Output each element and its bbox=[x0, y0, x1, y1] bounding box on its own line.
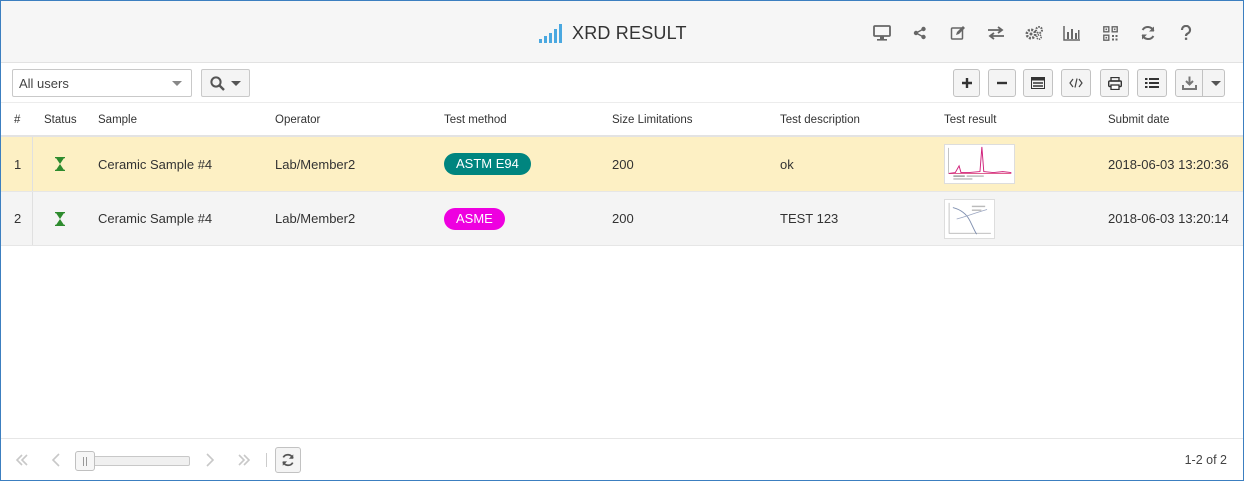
print-icon bbox=[1107, 76, 1122, 90]
header-bar: XRD RESULT bbox=[1, 1, 1243, 63]
test-method-badge: ASTM E94 bbox=[444, 153, 531, 175]
column-header[interactable]: Submit date bbox=[1108, 103, 1169, 137]
download-split-divider bbox=[1202, 70, 1203, 96]
column-header[interactable]: Size Limitations bbox=[612, 103, 693, 137]
next-page-icon[interactable] bbox=[198, 448, 222, 472]
test-method-cell: ASME bbox=[444, 192, 505, 245]
gears-icon[interactable] bbox=[1015, 21, 1053, 45]
code-icon bbox=[1069, 78, 1083, 88]
test-result-cell[interactable] bbox=[944, 137, 1015, 191]
column-header[interactable]: Test result bbox=[944, 103, 996, 137]
app-window: XRD RESULT All users # Status Sample Ope… bbox=[0, 0, 1244, 481]
table-row[interactable]: 2 Ceramic Sample #4 Lab/Member2 ASME 200… bbox=[1, 192, 1243, 246]
chevron-down-icon bbox=[231, 80, 241, 86]
page-slider-handle[interactable] bbox=[75, 451, 95, 471]
download-icon bbox=[1182, 76, 1197, 90]
table-row[interactable]: 1 Ceramic Sample #4 Lab/Member2 ASTM E94… bbox=[1, 137, 1243, 192]
add-button[interactable] bbox=[953, 69, 980, 97]
description-cell: ok bbox=[780, 156, 794, 172]
size-cell: 200 bbox=[612, 211, 634, 226]
curve-plot-thumbnail[interactable] bbox=[944, 198, 995, 239]
toolbar: All users bbox=[1, 63, 1243, 103]
table-header: # Status Sample Operator Test method Siz… bbox=[1, 103, 1243, 137]
columns-icon bbox=[1031, 77, 1045, 89]
list-icon bbox=[1145, 78, 1159, 88]
page-slider-track[interactable] bbox=[79, 456, 190, 466]
operator-cell: Lab/Member2 bbox=[275, 211, 356, 226]
last-page-icon[interactable] bbox=[232, 448, 256, 472]
remove-icon bbox=[997, 81, 1007, 85]
pager-separator bbox=[266, 453, 267, 467]
column-header[interactable]: Test method bbox=[444, 103, 507, 137]
sample-cell: Ceramic Sample #4 bbox=[98, 156, 213, 172]
columns-button[interactable] bbox=[1023, 69, 1053, 97]
submit-date-cell: 2018-06-03 13:20:14 bbox=[1108, 211, 1229, 226]
qr-code-icon[interactable] bbox=[1091, 21, 1129, 45]
column-header[interactable]: Test description bbox=[780, 103, 860, 137]
user-filter-value: All users bbox=[19, 75, 69, 91]
edit-icon[interactable] bbox=[939, 21, 977, 45]
user-filter-select[interactable]: All users bbox=[12, 69, 192, 97]
pager-refresh-button[interactable] bbox=[275, 447, 301, 473]
code-button[interactable] bbox=[1061, 69, 1091, 97]
operator-cell: Lab/Member2 bbox=[275, 156, 356, 172]
add-icon bbox=[961, 78, 972, 88]
chevron-down-icon bbox=[172, 81, 182, 86]
bar-chart-icon[interactable] bbox=[1053, 21, 1091, 45]
signal-bars-icon bbox=[539, 23, 564, 43]
row-number: 2 bbox=[14, 211, 22, 226]
page-title: XRD RESULT bbox=[572, 22, 687, 43]
refresh-icon bbox=[282, 453, 294, 467]
page-info: 1-2 of 2 bbox=[1184, 453, 1227, 467]
search-icon bbox=[210, 75, 225, 91]
test-method-cell: ASTM E94 bbox=[444, 137, 531, 191]
hourglass-icon bbox=[54, 192, 66, 245]
test-result-cell[interactable] bbox=[944, 192, 995, 245]
row-number: 1 bbox=[14, 156, 22, 172]
header-tools bbox=[863, 21, 1205, 45]
prev-page-icon[interactable] bbox=[44, 448, 68, 472]
test-method-badge: ASME bbox=[444, 207, 505, 230]
column-header[interactable]: # bbox=[14, 103, 20, 137]
submit-date-cell: 2018-06-03 13:20:36 bbox=[1108, 156, 1229, 172]
xrd-plot-thumbnail[interactable] bbox=[944, 144, 1015, 184]
download-button[interactable] bbox=[1175, 69, 1225, 97]
description-cell: TEST 123 bbox=[780, 211, 839, 226]
sample-cell: Ceramic Sample #4 bbox=[98, 211, 213, 226]
hourglass-icon bbox=[54, 137, 66, 191]
size-cell: 200 bbox=[612, 156, 634, 172]
search-button[interactable] bbox=[201, 69, 250, 97]
monitor-icon[interactable] bbox=[863, 21, 901, 45]
pager: 1-2 of 2 bbox=[1, 438, 1243, 480]
chevron-down-icon bbox=[1211, 80, 1221, 86]
column-header[interactable]: Status bbox=[44, 103, 77, 137]
first-page-icon[interactable] bbox=[10, 448, 34, 472]
help-icon[interactable] bbox=[1167, 21, 1205, 45]
print-button[interactable] bbox=[1100, 69, 1129, 97]
share-icon[interactable] bbox=[901, 21, 939, 45]
list-button[interactable] bbox=[1137, 69, 1167, 97]
transfer-icon[interactable] bbox=[977, 21, 1015, 45]
title-wrap: XRD RESULT bbox=[539, 21, 687, 45]
remove-button[interactable] bbox=[988, 69, 1016, 97]
column-header[interactable]: Sample bbox=[98, 103, 137, 137]
column-header[interactable]: Operator bbox=[275, 103, 320, 137]
refresh-icon[interactable] bbox=[1129, 21, 1167, 45]
